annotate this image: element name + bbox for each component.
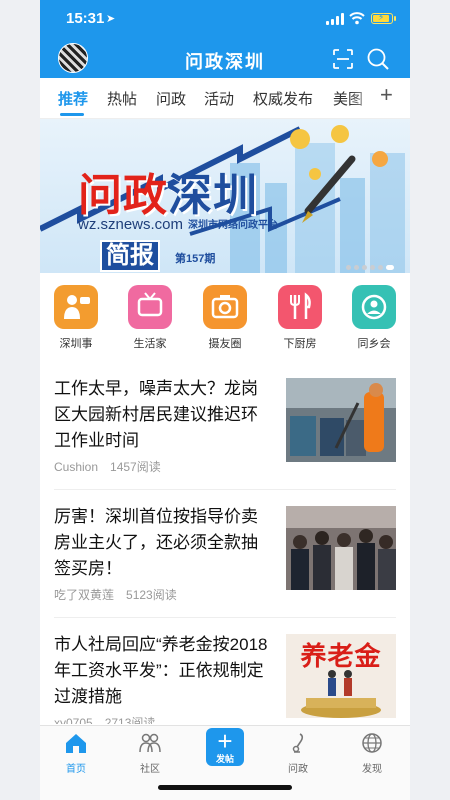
shortcut-label: 深圳事 xyxy=(59,338,93,350)
tab-wenzheng[interactable]: 问政 xyxy=(156,88,186,109)
shortcut-life[interactable]: 生活家 xyxy=(120,285,180,351)
microphone-icon xyxy=(292,733,304,753)
news-meta: 吃了双黄莲 5123阅读 xyxy=(54,586,177,603)
news-reads: 2713阅读 xyxy=(104,716,156,724)
camera-icon xyxy=(203,285,247,329)
banner-title-blue: 深圳 xyxy=(168,171,258,220)
tv-icon xyxy=(128,285,172,329)
shortcut-label: 同乡会 xyxy=(357,338,391,350)
news-author: xy0705 xyxy=(54,716,93,724)
news-reads: 1457阅读 xyxy=(110,460,161,474)
news-headline[interactable]: 市人社局回应“养老金按2018年工资水平发”：正依规制定过渡措施 xyxy=(54,632,274,710)
carousel-dot[interactable] xyxy=(346,265,351,270)
carousel-dot[interactable] xyxy=(354,265,359,270)
banner-subtitle: 深圳市网络问政平台 xyxy=(188,220,278,231)
globe-icon xyxy=(362,733,382,753)
tabbar-label: 发帖 xyxy=(215,754,234,764)
news-author: 吃了双黄莲 xyxy=(54,588,115,602)
news-author: Cushion xyxy=(54,460,99,474)
add-tab-icon[interactable]: + xyxy=(380,82,393,108)
tabbar-label: 发现 xyxy=(362,764,382,775)
banner-carousel[interactable]: 问政深圳 wz.sznews.com 深圳市网络问政平台 简报 第157期 xyxy=(40,119,410,273)
list-item[interactable]: 工作太早，噪声太大？龙岗区大园新村居民建议推迟环卫作业时间 Cushion 145… xyxy=(54,362,396,482)
carousel-dot[interactable] xyxy=(378,265,383,270)
news-headline[interactable]: 厉害！深圳首位按指导价卖房业主火了，还必须全款抽签买房！ xyxy=(54,504,274,582)
news-thumbnail[interactable]: 养老金 xyxy=(286,634,396,718)
banner-issue: 第157期 xyxy=(175,253,216,265)
home-icon xyxy=(66,734,86,753)
tab-recommend[interactable]: 推荐 xyxy=(58,88,88,109)
shortcut-kitchen[interactable]: 下厨房 xyxy=(270,285,330,351)
tabbar-label: 社区 xyxy=(140,764,160,775)
category-tabs: 推荐 热帖 问政 活动 权威发布 美图 + xyxy=(40,78,410,119)
community-people-icon xyxy=(139,733,161,753)
page-title: 问政深圳 xyxy=(185,52,265,72)
tabbar-discover[interactable]: 发现 xyxy=(342,732,402,775)
news-meta: xy0705 2713阅读 xyxy=(54,714,155,724)
news-headline[interactable]: 工作太早，噪声太大？龙岗区大园新村居民建议推迟环卫作业时间 xyxy=(54,376,274,454)
shortcut-grid: 深圳事 生活家 摄友圈 下厨房 同乡会 xyxy=(40,285,410,355)
scan-icon[interactable] xyxy=(332,48,354,70)
plus-icon: + xyxy=(217,726,233,756)
home-indicator xyxy=(158,785,292,790)
banner-badge: 简报 xyxy=(100,240,160,272)
location-arrow-icon: ➤ xyxy=(106,13,116,25)
shortcut-label: 下厨房 xyxy=(283,338,317,350)
shortcut-label: 摄友圈 xyxy=(208,338,242,350)
carousel-dot[interactable] xyxy=(362,265,367,270)
news-meta: Cushion 1457阅读 xyxy=(54,458,161,475)
banner-title: 问政深圳 xyxy=(78,159,258,223)
tab-hot-posts[interactable]: 热帖 xyxy=(107,88,137,109)
active-tab-indicator xyxy=(60,113,84,116)
tab-activities[interactable]: 活动 xyxy=(204,88,234,109)
battery-tip xyxy=(394,16,396,21)
tab-official-release[interactable]: 权威发布 xyxy=(253,88,313,109)
status-time: 15:31 xyxy=(66,10,105,27)
nav-bar: 问政深圳 xyxy=(40,40,410,78)
community-icon xyxy=(352,285,396,329)
status-bar: 15:31 ➤ ⚡ xyxy=(40,0,410,38)
tabbar-home[interactable]: 首页 xyxy=(46,732,106,775)
battery-icon: ⚡ xyxy=(371,12,393,24)
news-reads: 5123阅读 xyxy=(126,588,177,602)
wifi-icon xyxy=(349,12,365,25)
list-item[interactable]: 市人社局回应“养老金按2018年工资水平发”：正依规制定过渡措施 xy0705 2… xyxy=(54,618,396,724)
shortcut-shenzhen-affairs[interactable]: 深圳事 xyxy=(46,285,106,351)
header-bar: 15:31 ➤ ⚡ 问政深圳 xyxy=(40,0,410,78)
fork-knife-icon xyxy=(278,285,322,329)
search-icon[interactable] xyxy=(366,47,390,71)
app-screen: 15:31 ➤ ⚡ 问政深圳 推荐 热帖 问政 活动 权威发布 美图 + 问政深… xyxy=(40,0,410,800)
carousel-dots xyxy=(346,257,397,270)
news-feed: 工作太早，噪声太大？龙岗区大园新村居民建议推迟环卫作业时间 Cushion 145… xyxy=(40,362,410,724)
carousel-dot[interactable] xyxy=(370,265,375,270)
carousel-dot-active[interactable] xyxy=(386,265,394,270)
shortcut-label: 生活家 xyxy=(133,338,167,350)
tabbar-community[interactable]: 社区 xyxy=(120,732,180,775)
tabbar-label: 首页 xyxy=(66,764,86,775)
shortcut-hometown[interactable]: 同乡会 xyxy=(344,285,404,351)
news-thumbnail[interactable] xyxy=(286,506,396,590)
person-megaphone-icon xyxy=(54,285,98,329)
tab-fade xyxy=(350,78,380,116)
news-thumbnail[interactable] xyxy=(286,378,396,462)
post-button[interactable]: + 发帖 xyxy=(206,728,244,766)
list-item[interactable]: 厉害！深圳首位按指导价卖房业主火了，还必须全款抽签买房！ 吃了双黄莲 5123阅读 xyxy=(54,490,396,610)
banner-url: wz.sznews.com xyxy=(78,216,184,233)
tabbar-wenzheng[interactable]: 问政 xyxy=(268,732,328,775)
cellular-signal-icon xyxy=(326,13,344,25)
tabbar-label: 问政 xyxy=(288,764,308,775)
banner-title-red: 问政 xyxy=(78,171,168,220)
shortcut-photographers[interactable]: 摄友圈 xyxy=(195,285,255,351)
